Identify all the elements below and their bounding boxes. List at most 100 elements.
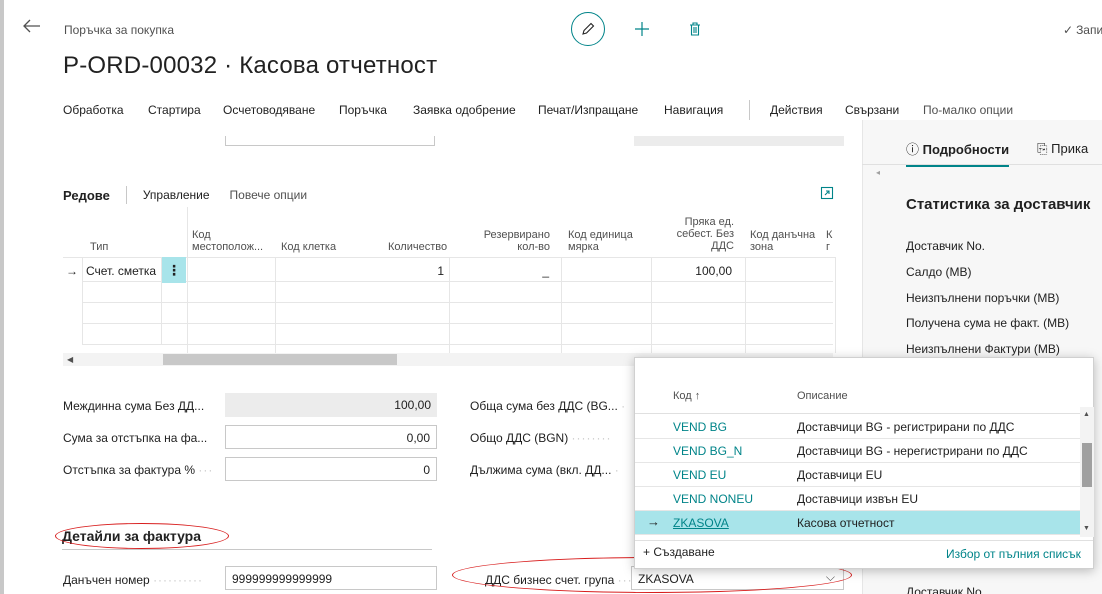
action-actions[interactable]: Действия [770,103,823,117]
col-location[interactable]: Код местополож... [192,229,270,253]
dd-header-border [635,413,1081,414]
col-reserved[interactable]: Резервирано кол-во [480,229,550,253]
col-uom[interactable]: Код единица мярка [568,229,648,253]
annotation-circle [55,523,229,549]
list-item-selected[interactable]: → ZKASOVA Касова отчетност [635,511,1081,535]
trash-icon [690,22,700,36]
dd-col-desc[interactable]: Описание [797,390,848,402]
action-start[interactable]: Стартира [148,103,201,117]
grid-vline [561,258,562,345]
dd-code[interactable]: ZKASOVA [673,516,729,530]
invoice-section-divider [62,549,432,550]
dd-code[interactable]: VEND NONEU [673,492,753,506]
lines-title: Редове [63,187,110,203]
scroll-left-icon[interactable]: ◂ [876,168,880,177]
discount-amount-label: Сума за отстъпка на фа... [63,431,208,445]
table-row[interactable] [82,303,833,324]
delete-button[interactable] [683,14,707,44]
dd-col-code[interactable]: Код ↑ [673,390,700,402]
breadcrumb: Поръчка за покупка [64,23,174,37]
col-truncated[interactable]: К г [826,229,834,253]
tab-attachments-label: Прика [1051,140,1089,156]
save-status: ✓ Запи [1063,23,1102,37]
action-order[interactable]: Поръчка [339,103,387,117]
dd-create-button[interactable]: + Създаване [643,545,715,559]
grid-vline [82,258,83,345]
action-divider [749,100,750,120]
info-icon: ⓘ [906,142,923,157]
action-posting[interactable]: Осчетоводяване [223,103,315,117]
paperclip-icon: ⎘ [1037,140,1052,156]
lines-manage-button[interactable]: Управление [143,188,210,202]
col-bin[interactable]: Код клетка [281,241,336,253]
row-arrow-icon: → [647,514,660,529]
plus-icon: + [643,545,654,559]
col-type[interactable]: Тип [90,241,108,253]
arrow-left-icon [23,19,40,33]
list-item[interactable]: VEND BG Доставчици BG - регистрирани по … [635,415,1081,439]
scrollbar-thumb[interactable] [163,354,397,365]
action-fewer-options[interactable]: По-малко опции [923,103,1013,117]
dropdown-scrollbar-thumb[interactable] [1082,443,1092,487]
save-status-text: Запи [1076,23,1102,37]
discount-amount-input[interactable]: 0,00 [225,425,437,449]
cell-unit-cost[interactable]: 100,00 [690,264,732,278]
tab-attachments[interactable]: ⎘ Прика [1037,141,1088,166]
scroll-left-icon[interactable]: ◀ [67,355,73,364]
tax-no-label: Данъчен номер ·········· [63,573,204,587]
tab-details[interactable]: ⓘ Подробности [906,139,1010,167]
dd-col-code-label: Код [673,390,692,402]
fb-balance: Салдо (MB) [906,265,972,279]
total-incl-label-text: Дължима сума (вкл. ДД... [470,463,612,477]
grid-vline [275,258,276,345]
action-approval[interactable]: Заявка одобрение [413,103,516,117]
expand-icon[interactable] [820,186,834,200]
col-tax-area[interactable]: Код данъчна зона [750,229,820,253]
col-quantity[interactable]: Количество [388,241,447,253]
fb-received-not-invoiced: Получена сума не факт. (MB) [906,316,1070,330]
action-related[interactable]: Свързани [845,103,899,117]
check-icon: ✓ [1063,23,1074,37]
list-item[interactable]: VEND NONEU Доставчици извън EU [635,487,1081,511]
vendor-stats-title[interactable]: Статистика за доставчик [906,196,1090,213]
dd-code[interactable]: VEND EU [673,468,726,482]
list-item[interactable]: VEND BG_N Доставчици BG - нерегистрирани… [635,439,1081,463]
discount-pct-label-text: Отстъпка за фактура % [63,463,195,477]
scroll-down-icon[interactable]: ▼ [1083,525,1090,532]
grid-vline [449,258,450,345]
action-bar: Обработка Стартира Осчетоводяване Поръчк… [63,103,763,121]
total-vat-label: Общо ДДС (BGN) ········ [470,431,612,445]
table-row[interactable] [82,282,833,303]
total-incl-label: Дължима сума (вкл. ДД... · [470,463,620,477]
col-unit-cost[interactable]: Пряка ед. себест. Без ДДС [670,216,734,252]
action-navigate[interactable]: Навигация [664,103,723,117]
action-process[interactable]: Обработка [63,103,124,117]
dd-code[interactable]: VEND BG [673,420,727,434]
add-button[interactable] [627,14,657,44]
factbox-tabs: ⓘ Подробности ⎘ Прика [906,139,1088,167]
total-vat-label-text: Общо ДДС (BGN) [470,431,569,445]
action-print-send[interactable]: Печат/Изпращане [538,103,638,117]
cell-quantity[interactable]: 1 [430,264,444,278]
row-actions-button[interactable]: ⋮ [162,257,186,283]
grid-vline [187,210,188,345]
subtotal-value: 100,00 [225,393,437,417]
cell-type[interactable]: Счет. сметка [86,264,156,278]
dd-code[interactable]: VEND BG_N [673,444,742,458]
cell-reserved[interactable]: _ [535,264,549,278]
dd-full-list-link[interactable]: Избор от пълния списък [946,547,1081,561]
table-row[interactable] [82,324,833,345]
edit-button[interactable] [571,12,605,46]
fb-vendor-no: Доставчик No. [906,239,986,253]
total-excl-label-text: Обща сума без ДДС (BG... [470,399,618,413]
list-item[interactable]: VEND EU Доставчици EU [635,463,1081,487]
discount-pct-label: Отстъпка за фактура % ··· [63,463,214,477]
discount-pct-input[interactable]: 0 [225,457,437,481]
lines-more-options-button[interactable]: Повече опции [230,188,308,202]
scroll-up-icon[interactable]: ▲ [1083,411,1090,418]
dd-desc: Доставчици BG - нерегистрирани по ДДС [797,444,1028,458]
tax-no-input[interactable]: 999999999999999 [225,566,437,590]
tab-details-label: Подробности [922,142,1010,157]
back-button[interactable] [16,10,48,42]
grid-vline [651,258,652,345]
